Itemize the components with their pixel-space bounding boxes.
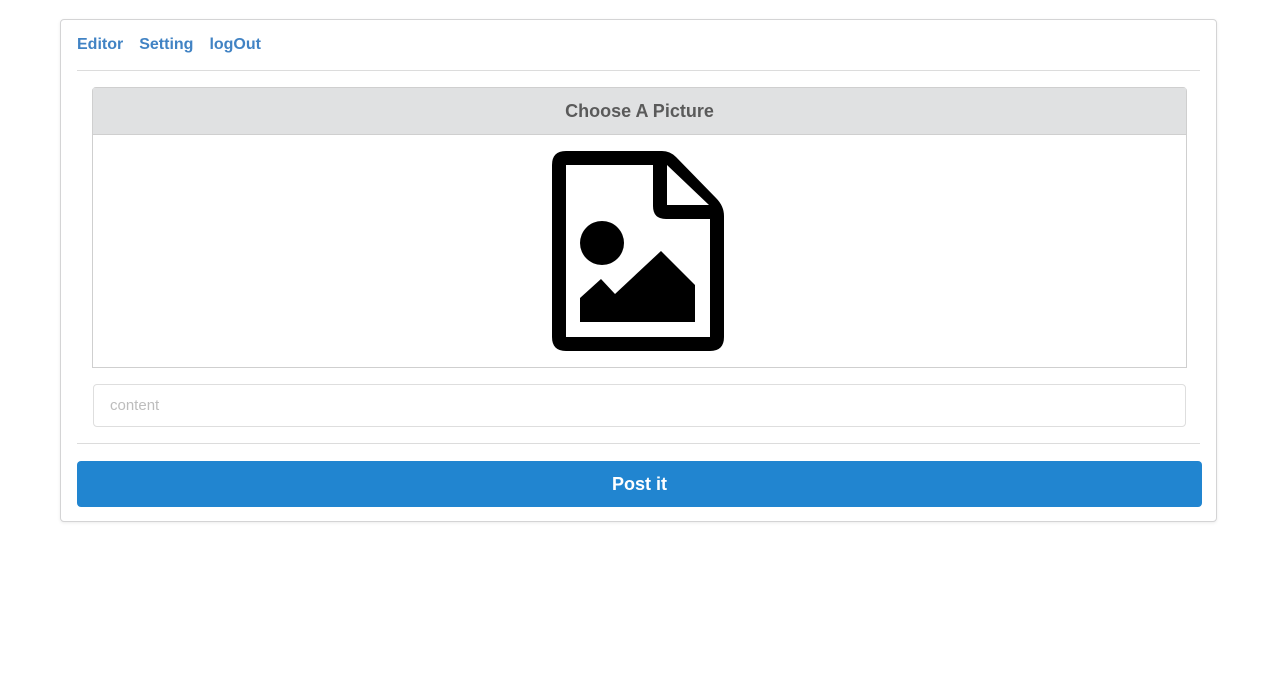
file-image-icon [552, 151, 724, 351]
top-nav: Editor Setting logOut [77, 35, 261, 55]
nav-divider [77, 70, 1200, 71]
picker-header: Choose A Picture [93, 88, 1186, 135]
nav-editor-link[interactable]: Editor [77, 35, 123, 55]
nav-logout-link[interactable]: logOut [209, 35, 261, 55]
nav-setting-link[interactable]: Setting [139, 35, 193, 55]
content-input[interactable] [93, 384, 1186, 427]
post-card: Editor Setting logOut Choose A Picture P… [60, 19, 1217, 522]
post-it-button[interactable]: Post it [77, 461, 1202, 507]
form-divider [77, 443, 1200, 444]
picture-picker[interactable]: Choose A Picture [92, 87, 1187, 368]
